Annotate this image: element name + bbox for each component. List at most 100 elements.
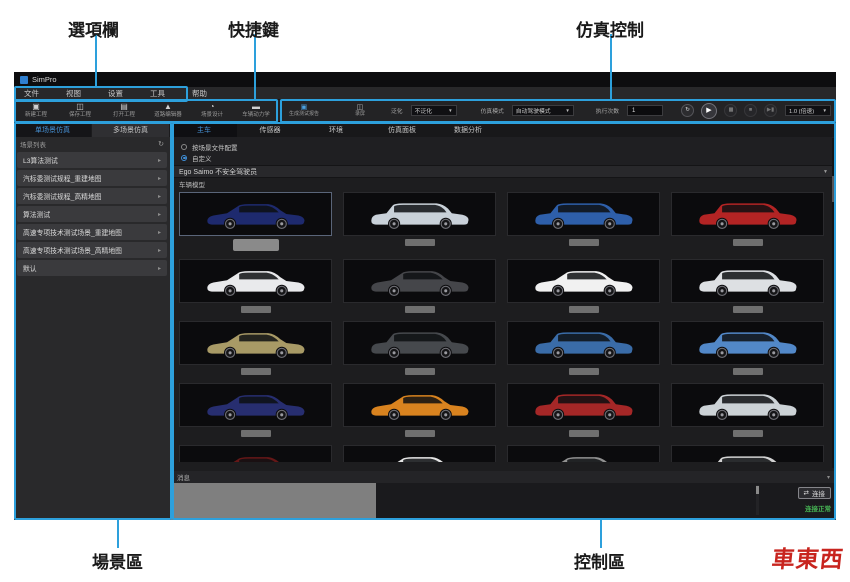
speed-select[interactable]: 1.0 (倍速) ▼: [785, 105, 831, 116]
annotation-label-shortcuts: 快捷鍵: [228, 16, 279, 41]
toolbar-buttons: ▣新建工程◫保存工程▤打开工程▲道路编辑器◔场景设计▬车辆动力学: [14, 103, 278, 118]
sidebar-tab-0[interactable]: 单场景仿真: [14, 122, 92, 137]
app-window: SimPro 文件视图设置工具帮助 ▣新建工程◫保存工程▤打开工程▲道路编辑器◔…: [14, 72, 836, 520]
vehicle-tile[interactable]: [671, 259, 824, 303]
scene-list-item[interactable]: 算法测试▸: [17, 206, 167, 222]
record-icon: ◫: [357, 104, 364, 111]
sidebar-tabs: 单场景仿真多场景仿真: [14, 122, 170, 137]
chevron-down-icon: ▼: [823, 108, 827, 113]
config-option-1[interactable]: 自定义: [171, 152, 836, 163]
annotation-label-sim-control: 仿真控制: [576, 16, 644, 41]
menu-item-2[interactable]: 设置: [108, 88, 123, 99]
vehicle-tile[interactable]: [179, 192, 332, 236]
vehicle-tile[interactable]: [507, 192, 660, 236]
vehicle-tile[interactable]: [671, 445, 824, 462]
scene-list-item[interactable]: 默认▸: [17, 260, 167, 276]
vehicle-name-label: [733, 306, 763, 313]
vehicle-cell: [343, 321, 496, 375]
menu-item-1[interactable]: 视图: [66, 88, 81, 99]
vehicle-tile[interactable]: [179, 321, 332, 365]
connect-button[interactable]: ⇄ 连接: [798, 487, 831, 499]
scene-list-item[interactable]: 汽标委测试规程_重建地图▸: [17, 170, 167, 186]
vehicle-tile[interactable]: [343, 383, 496, 427]
vehicle-name-label: [405, 306, 435, 313]
open-project-button[interactable]: ▤打开工程: [102, 103, 146, 118]
app-title: SimPro: [32, 75, 57, 84]
scene-design-button[interactable]: ◔场景设计: [190, 103, 234, 118]
chevron-right-icon: ▸: [158, 175, 161, 182]
main-scrollbar[interactable]: [832, 138, 835, 468]
vehicle-tile[interactable]: [343, 259, 496, 303]
vehicle-tile[interactable]: [671, 383, 824, 427]
vehicle-name-label: [733, 430, 763, 437]
sim-mode-select[interactable]: 自动驾驶模式 ▼: [512, 105, 574, 116]
vehicle-name-label: [241, 368, 271, 375]
scene-list-item[interactable]: 高速专项技术测试场景_重建地图▸: [17, 224, 167, 240]
step-button[interactable]: ▶▮: [764, 104, 777, 117]
vehicle-tile[interactable]: [507, 383, 660, 427]
refresh-icon[interactable]: ↻: [158, 140, 164, 148]
chevron-right-icon: ▸: [158, 157, 161, 164]
sim-mode-label: 仿真模式: [481, 106, 504, 115]
vehicle-tile[interactable]: [343, 445, 496, 462]
vehicle-tile[interactable]: [507, 445, 660, 462]
new-project-button[interactable]: ▣新建工程: [14, 103, 58, 118]
reset-button[interactable]: ↻: [681, 104, 694, 117]
messages-body: ⇄ 连接 连接正常: [171, 483, 836, 520]
vehicle-cell: [343, 383, 496, 437]
vehicle-tile[interactable]: [671, 192, 824, 236]
sidebar-tab-1[interactable]: 多场景仿真: [92, 122, 170, 137]
menu-item-4[interactable]: 帮助: [192, 88, 207, 99]
tab-1[interactable]: 传感器: [237, 122, 303, 137]
menu-bar: 文件 视图 设置 工具 帮助: [14, 87, 836, 100]
generate-report-toggle[interactable]: ▣ 生成测试报告: [289, 104, 319, 117]
open-project-label: 打开工程: [113, 112, 135, 118]
scene-sidebar: 单场景仿真多场景仿真 场景列表 ↻ L3算法测试▸汽标委测试规程_重建地图▸汽标…: [14, 122, 171, 520]
vehicle-dynamics-button[interactable]: ▬车辆动力学: [234, 103, 278, 118]
play-button[interactable]: ▶: [701, 103, 717, 119]
vehicle-cell: [179, 321, 332, 375]
record-toggle[interactable]: ◫ 录屏: [355, 104, 365, 117]
vehicle-tile[interactable]: [179, 383, 332, 427]
scene-design-icon: ◔: [210, 103, 215, 111]
vehicle-tile[interactable]: [671, 321, 824, 365]
scene-list-item[interactable]: 汽标委测试规程_高精地图▸: [17, 188, 167, 204]
annotation-label-scene-area: 場景區: [92, 548, 143, 573]
config-option-0[interactable]: 按场景文件配置: [171, 141, 836, 152]
vehicle-name-label: [405, 430, 435, 437]
tab-2[interactable]: 环境: [303, 122, 369, 137]
chevron-right-icon: ▸: [158, 229, 161, 236]
vehicle-tile[interactable]: [343, 192, 496, 236]
vehicle-cell: [671, 259, 824, 313]
vehicle-cell: [343, 192, 496, 251]
road-editor-button[interactable]: ▲道路编辑器: [146, 103, 190, 118]
menu-item-3[interactable]: 工具: [150, 88, 165, 99]
vehicle-cell: [671, 383, 824, 437]
vehicle-tile[interactable]: [507, 259, 660, 303]
scene-item-label: L3算法测试: [23, 155, 58, 165]
collapse-icon[interactable]: ▾: [827, 474, 830, 481]
config-option-label: 自定义: [192, 153, 212, 163]
run-count-input[interactable]: 1: [627, 105, 663, 116]
tab-0[interactable]: 主车: [171, 122, 237, 137]
tab-3[interactable]: 仿真面板: [369, 122, 435, 137]
save-project-button[interactable]: ◫保存工程: [58, 103, 102, 118]
vehicle-tile[interactable]: [343, 321, 496, 365]
scene-list-item[interactable]: L3算法测试 ▸: [17, 152, 167, 168]
vehicle-tile[interactable]: [507, 321, 660, 365]
ego-driver-row[interactable]: Ego Saimo 不安全驾驶员 ▼: [171, 165, 836, 178]
report-icon: ▣: [301, 104, 308, 111]
vehicle-name-label: [241, 306, 271, 313]
messages-scrollbar[interactable]: [756, 485, 759, 515]
stop-button[interactable]: ■: [744, 104, 757, 117]
pause-button[interactable]: ▮▮: [724, 104, 737, 117]
vehicle-tile[interactable]: [179, 259, 332, 303]
annotation-label-options-bar: 選項欄: [68, 16, 119, 41]
generalize-label: 泛化: [391, 106, 403, 115]
menu-item-0[interactable]: 文件: [24, 88, 39, 99]
generalize-select[interactable]: 不泛化 ▼: [411, 105, 457, 116]
vehicle-name-label: [241, 430, 271, 437]
tab-4[interactable]: 数据分析: [435, 122, 501, 137]
vehicle-tile[interactable]: [179, 445, 332, 462]
scene-list-item[interactable]: 高速专项技术测试场景_高精地图▸: [17, 242, 167, 258]
